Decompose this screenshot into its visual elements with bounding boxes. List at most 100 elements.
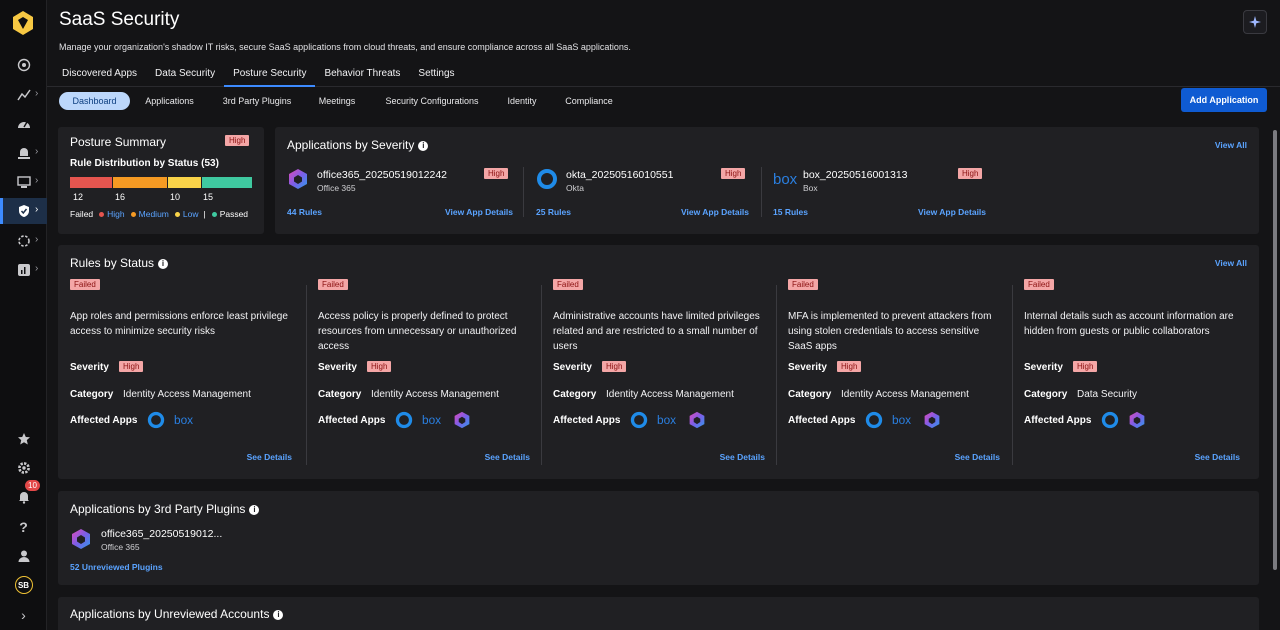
unreviewed-plugins-link[interactable]: 52 Unreviewed Plugins — [70, 562, 163, 572]
distribution-bar[interactable] — [70, 177, 252, 188]
see-details-link[interactable]: See Details — [485, 452, 530, 462]
rail-avatar[interactable]: SB — [0, 572, 47, 598]
app-name: okta_20250516010551 — [566, 169, 674, 181]
rail-favorites-icon[interactable] — [0, 426, 47, 452]
rail-activity-icon[interactable]: › — [0, 82, 47, 108]
bar-failed-high[interactable] — [70, 177, 112, 188]
see-details-link[interactable]: See Details — [1195, 452, 1240, 462]
okta-icon[interactable] — [395, 411, 413, 432]
plugin-app-name[interactable]: office365_20250519012... — [101, 528, 222, 540]
box-icon[interactable]: box — [422, 413, 444, 430]
app-item-box[interactable]: box box_20250516001313 Box High 15 Rules… — [773, 163, 1011, 233]
info-icon[interactable]: i — [418, 141, 429, 151]
rail-alerts-icon[interactable]: › — [0, 140, 47, 166]
rules-count-link[interactable]: 15 Rules — [773, 207, 808, 217]
svg-text:box: box — [657, 413, 676, 427]
rail-notifications-icon[interactable]: 10 — [0, 480, 47, 510]
okta-icon[interactable] — [1101, 411, 1119, 432]
see-details-link[interactable]: See Details — [955, 452, 1000, 462]
office365-icon[interactable] — [923, 411, 941, 432]
box-icon[interactable]: box — [174, 413, 196, 430]
legend-failed: Failed — [70, 209, 94, 219]
box-icon[interactable]: box — [657, 413, 679, 430]
svg-text:box: box — [892, 413, 911, 427]
rules-count-link[interactable]: 25 Rules — [536, 207, 571, 217]
category-label: Category — [553, 389, 597, 400]
info-icon[interactable]: i — [158, 259, 169, 269]
rail-settings-icon[interactable] — [0, 455, 47, 481]
view-all-link[interactable]: View All — [1215, 258, 1247, 268]
app-item-office365[interactable]: office365_20250519012242 Office 365 High… — [287, 163, 525, 233]
scrollbar-thumb[interactable] — [1273, 130, 1277, 570]
view-all-link[interactable]: View All — [1215, 140, 1247, 150]
affected-apps — [1101, 411, 1146, 432]
tab-data-security[interactable]: Data Security — [146, 62, 224, 87]
office365-icon[interactable] — [688, 411, 706, 432]
rail-help-icon[interactable]: ? — [0, 514, 47, 540]
subnav-compliance[interactable]: Compliance — [559, 92, 619, 110]
subnav-dashboard[interactable]: Dashboard — [59, 92, 130, 110]
tab-discovered-apps[interactable]: Discovered Apps — [53, 62, 146, 87]
affected-apps: box — [147, 411, 196, 432]
severity-label: Severity — [553, 362, 592, 373]
bar-failed-medium[interactable] — [113, 177, 167, 188]
add-application-button[interactable]: Add Application — [1181, 88, 1267, 112]
view-app-details-link[interactable]: View App Details — [918, 207, 986, 217]
bar-failed-low[interactable] — [168, 177, 201, 188]
app-item-okta[interactable]: okta_20250516010551 Okta High 25 Rules V… — [536, 163, 774, 233]
see-details-link[interactable]: See Details — [247, 452, 292, 462]
affected-apps-label: Affected Apps — [318, 415, 386, 426]
severity-badge: High — [958, 168, 983, 179]
subnav-identity[interactable]: Identity — [499, 92, 545, 110]
rule-description: Internal details such as account informa… — [1024, 311, 1234, 337]
subnav-applications[interactable]: Applications — [137, 92, 202, 110]
rule-card: Failed Access policy is properly defined … — [318, 279, 540, 465]
status-badge: Failed — [553, 279, 583, 290]
okta-icon[interactable] — [865, 411, 883, 432]
rail-reports-icon[interactable]: › — [0, 257, 47, 283]
rail-security-icon[interactable]: › — [0, 198, 47, 224]
view-app-details-link[interactable]: View App Details — [445, 207, 513, 217]
rail-dashboard-icon[interactable] — [0, 111, 47, 137]
legend-high-dot — [99, 211, 105, 217]
legend-passed: Passed — [219, 209, 249, 219]
svg-text:box: box — [174, 413, 193, 427]
rail-network-icon[interactable]: › — [0, 169, 47, 195]
bar-passed[interactable] — [202, 177, 252, 188]
office365-icon[interactable] — [453, 411, 471, 432]
info-icon[interactable]: i — [273, 610, 284, 620]
affected-apps-label: Affected Apps — [1024, 415, 1092, 426]
box-icon[interactable]: box — [892, 413, 914, 430]
legend-medium[interactable]: Medium — [139, 209, 169, 219]
tab-posture-security[interactable]: Posture Security — [224, 62, 316, 87]
rule-description: Administrative accounts have limited pri… — [553, 311, 760, 352]
view-app-details-link[interactable]: View App Details — [681, 207, 749, 217]
rules-count-link[interactable]: 44 Rules — [287, 207, 322, 217]
rail-automation-icon[interactable]: › — [0, 228, 47, 254]
ai-assistant-button[interactable] — [1243, 10, 1267, 34]
info-icon[interactable]: i — [249, 505, 260, 515]
apps-by-plugins-card: Applications by 3rd Party Plugins i offic… — [58, 491, 1259, 585]
app-type: Box — [803, 183, 818, 193]
rail-user-icon[interactable] — [0, 543, 47, 569]
rail-expand-icon[interactable]: › — [0, 602, 47, 628]
rail-home-icon[interactable] — [0, 52, 47, 78]
subnav-meetings[interactable]: Meetings — [311, 92, 363, 110]
subnav-3rd-party-plugins[interactable]: 3rd Party Plugins — [213, 92, 301, 110]
tab-behavior-threats[interactable]: Behavior Threats — [315, 62, 409, 87]
legend-high[interactable]: High — [107, 209, 124, 219]
severity-label: Severity — [318, 362, 357, 373]
see-details-link[interactable]: See Details — [720, 452, 765, 462]
okta-icon[interactable] — [147, 411, 165, 432]
tab-settings[interactable]: Settings — [409, 62, 463, 87]
chevron-right-icon: › — [35, 175, 39, 186]
page-scrollbar[interactable] — [1272, 118, 1278, 623]
subnav-security-configurations[interactable]: Security Configurations — [377, 92, 487, 110]
status-badge: Failed — [70, 279, 100, 290]
office365-icon — [72, 529, 90, 549]
divider — [541, 285, 542, 465]
prisma-logo-icon[interactable] — [11, 10, 35, 36]
office365-icon[interactable] — [1128, 411, 1146, 432]
okta-icon[interactable] — [630, 411, 648, 432]
legend-low[interactable]: Low — [183, 209, 199, 219]
